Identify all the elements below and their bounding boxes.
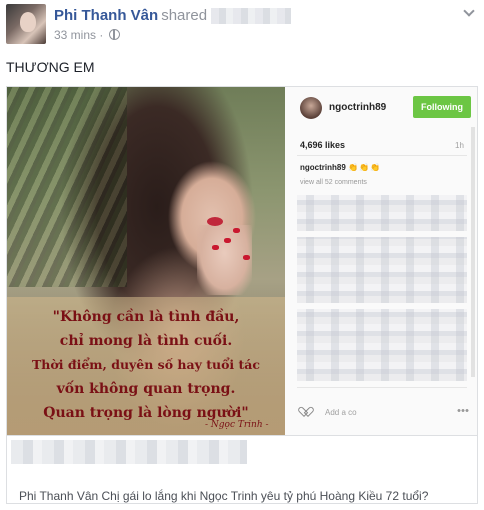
quote-line: chỉ mong là tình cuối. xyxy=(59,333,233,349)
shared-label: shared xyxy=(161,7,208,24)
caption-username[interactable]: ngoctrinh89 xyxy=(300,163,346,172)
shared-image[interactable]: "Không cần là tình đầu, chỉ mong là tình… xyxy=(6,86,478,436)
nail xyxy=(243,255,250,260)
clap-emoji: 👏👏👏 xyxy=(348,163,381,172)
post-meta: 33 mins · xyxy=(54,28,120,42)
author-name[interactable]: Phi Thanh Vân xyxy=(54,7,158,24)
portrait-photo: "Không cần là tình đầu, chỉ mong là tình… xyxy=(7,87,285,435)
more-icon[interactable] xyxy=(457,409,469,412)
quote-line: vốn không quan trọng. xyxy=(56,381,236,397)
signature: - Ngọc Trinh - xyxy=(205,420,269,430)
add-comment-input[interactable]: Add a co xyxy=(325,408,357,417)
heart-icon[interactable] xyxy=(302,407,314,418)
instagram-caption: ngoctrinh89 👏👏👏 xyxy=(300,163,381,172)
post-header: Phi Thanh Vân shared xyxy=(54,7,292,25)
globe-icon[interactable] xyxy=(108,29,120,40)
facebook-post: Phi Thanh Vân shared 33 mins · THƯƠNG EM … xyxy=(0,0,484,510)
link-preview[interactable]: Phi Thanh Vân Chị gái lo lắng khi Ngọc T… xyxy=(6,436,478,504)
instagram-username[interactable]: ngoctrinh89 xyxy=(329,102,386,113)
lips xyxy=(207,217,223,226)
blurred-comments xyxy=(297,195,467,231)
instagram-avatar[interactable] xyxy=(300,97,322,119)
quote-line: "Không cần là tình đầu, xyxy=(52,309,240,325)
timestamp[interactable]: 33 mins xyxy=(54,28,96,42)
status-text: THƯƠNG EM xyxy=(6,59,95,75)
leaves-background xyxy=(7,87,127,287)
quote-line: Thời điểm, duyên số hay tuổi tác xyxy=(32,357,260,372)
quote-box: "Không cần là tình đầu, chỉ mong là tình… xyxy=(7,297,285,435)
meta-separator: · xyxy=(99,28,104,42)
likes-count: 4,696 likes xyxy=(300,140,346,150)
link-title[interactable]: Phi Thanh Vân Chị gái lo lắng khi Ngọc T… xyxy=(19,489,428,503)
blurred-comments xyxy=(297,237,467,303)
nail xyxy=(212,245,219,250)
post-time: 1h xyxy=(455,141,464,150)
blurred-comments xyxy=(297,309,467,381)
blurred-link-header xyxy=(11,440,247,464)
chevron-down-icon[interactable] xyxy=(462,6,476,18)
hand xyxy=(197,225,252,295)
view-comments-link[interactable]: view all 52 comments xyxy=(300,179,367,186)
divider xyxy=(297,387,467,388)
blurred-shared-source xyxy=(211,8,292,25)
nail xyxy=(224,238,231,243)
quote-line: Quan trọng là lòng người" xyxy=(43,405,249,421)
divider xyxy=(297,155,467,156)
nail xyxy=(233,228,240,233)
scrollbar[interactable] xyxy=(471,127,475,377)
instagram-panel: ngoctrinh89 Following 4,696 likes 1h ngo… xyxy=(285,87,477,435)
avatar[interactable] xyxy=(6,4,46,44)
following-button[interactable]: Following xyxy=(413,96,471,118)
